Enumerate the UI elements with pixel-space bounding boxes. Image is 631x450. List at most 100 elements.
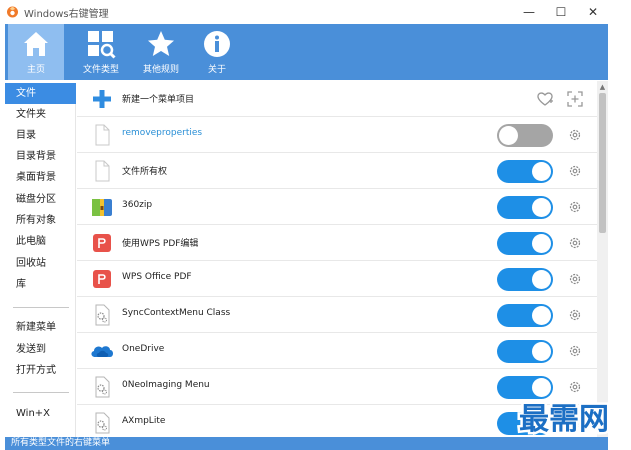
list-item-label: 0NeoImaging Menu [122,380,210,390]
enable-toggle[interactable] [497,304,553,327]
list-item-onedrive[interactable]: OneDrive [77,333,597,369]
toggle-knob [532,378,551,397]
onedrive-cloud-icon [91,346,113,357]
list-item-wps-pdf-edit[interactable]: 使用WPS PDF编辑 [77,225,597,261]
list-item-360zip[interactable]: 360zip [77,189,597,225]
minimize-button[interactable]: — [512,0,546,24]
settings-file-icon [95,412,110,434]
gear-icon[interactable] [568,380,582,394]
sidebar-item-send-to[interactable]: 发送到 [5,339,76,360]
tab-file-types-label: 文件类型 [82,65,119,75]
sidebar-item-desktop-background[interactable]: 桌面背景 [5,167,76,188]
scroll-up-icon[interactable]: ▲ [597,81,608,92]
list-item-synccontextmenu[interactable]: SyncContextMenu Class [77,297,597,333]
gear-icon[interactable] [568,164,582,178]
watermark-logo: 最需网 最需网 [517,400,612,439]
list-item-label: WPS Office PDF [122,272,192,282]
favorite-add-icon[interactable] [536,90,554,108]
new-menu-item-label: 新建一个菜单项目 [122,95,195,105]
sidebar-item-directory[interactable]: 目录 [5,125,76,146]
top-toolbar: 主页 文件类型 其他规则 关于 [5,24,608,80]
enable-toggle[interactable] [497,196,553,219]
gear-icon[interactable] [568,308,582,322]
add-target-icon[interactable] [566,90,584,108]
tab-about-label: 关于 [207,65,226,75]
sidebar-item-file[interactable]: 文件 [5,83,76,104]
sidebar-item-folder[interactable]: 文件夹 [5,104,76,125]
plus-icon [93,90,111,108]
sidebar-item-new-menu[interactable]: 新建菜单 [5,317,76,338]
list-item-label: removeproperties [122,128,203,138]
settings-file-icon [95,304,110,326]
list-item-label: 使用WPS PDF编辑 [122,239,199,249]
tab-file-types[interactable]: 文件类型 [71,24,131,80]
sidebar-item-recycle-bin[interactable]: 回收站 [5,253,76,274]
tab-home[interactable]: 主页 [8,24,64,80]
tab-other-rules[interactable]: 其他规则 [131,24,191,80]
sidebar: 文件 文件夹 目录 目录背景 桌面背景 磁盘分区 所有对象 此电脑 回收站 库 … [5,83,76,437]
toggle-knob [532,234,551,253]
menu-item-list: 新建一个菜单项目 removeproperties 文件所有权 360zip 使… [77,81,597,437]
sidebar-item-all-objects[interactable]: 所有对象 [5,210,76,231]
blank-file-icon [95,160,110,182]
list-scrollbar[interactable]: ▲ [597,81,608,437]
toggle-knob [532,198,551,217]
gear-icon[interactable] [568,128,582,142]
list-item-label: 文件所有权 [122,167,168,177]
list-item-wps-office-pdf[interactable]: WPS Office PDF [77,261,597,297]
enable-toggle[interactable] [497,268,553,291]
blank-file-icon [95,124,110,146]
sidebar-item-directory-background[interactable]: 目录背景 [5,146,76,167]
title-bar: Windows右键管理 — ☐ ✕ [0,0,631,24]
settings-file-icon [95,376,110,398]
sidebar-divider [13,307,69,308]
list-item-label: 360zip [122,200,153,210]
tab-about[interactable]: 关于 [189,24,245,80]
toggle-knob [499,126,518,145]
sidebar-item-win-x[interactable]: Win+X [5,403,76,424]
toggle-knob [532,342,551,361]
list-item-label: AXmpLite [122,416,166,426]
maximize-icon: ☐ [555,5,567,19]
sidebar-divider [13,392,69,393]
sidebar-item-library[interactable]: 库 [5,274,76,295]
tab-other-rules-label: 其他规则 [142,65,179,75]
app-icon [7,6,18,18]
info-icon [204,31,230,57]
list-item-label: SyncContextMenu Class [122,308,231,318]
sidebar-item-open-with[interactable]: 打开方式 [5,360,76,381]
enable-toggle[interactable] [497,232,553,255]
list-item-file-ownership[interactable]: 文件所有权 [77,153,597,189]
wps-pdf-icon [93,234,111,252]
star-icon [148,31,174,56]
enable-toggle[interactable] [497,340,553,363]
toggle-knob [532,270,551,289]
maximize-button[interactable]: ☐ [544,0,578,24]
tab-home-label: 主页 [26,65,45,75]
gear-icon[interactable] [568,200,582,214]
close-button[interactable]: ✕ [576,0,610,24]
enable-toggle[interactable] [497,160,553,183]
enable-toggle[interactable] [497,124,553,147]
status-bar: 所有类型文件的右键菜单 [5,437,608,450]
file-type-search-icon [88,31,116,59]
toggle-knob [532,306,551,325]
list-item-removeproperties[interactable]: removeproperties [77,117,597,153]
wps-pdf-icon [93,270,111,288]
home-icon [24,32,48,56]
minimize-icon: — [523,5,535,19]
sidebar-item-drive[interactable]: 磁盘分区 [5,189,76,210]
list-item-label: OneDrive [122,344,165,354]
new-menu-item-row[interactable]: 新建一个菜单项目 [77,81,597,117]
gear-icon[interactable] [568,236,582,250]
enable-toggle[interactable] [497,376,553,399]
svg-text:最需网: 最需网 [519,402,609,437]
gear-icon[interactable] [568,272,582,286]
gear-icon[interactable] [568,344,582,358]
window-title: Windows右键管理 [24,9,109,20]
sidebar-item-this-pc[interactable]: 此电脑 [5,231,76,252]
close-icon: ✕ [587,5,599,19]
360zip-icon [92,199,112,216]
toggle-knob [532,162,551,181]
scroll-thumb[interactable] [599,93,606,233]
